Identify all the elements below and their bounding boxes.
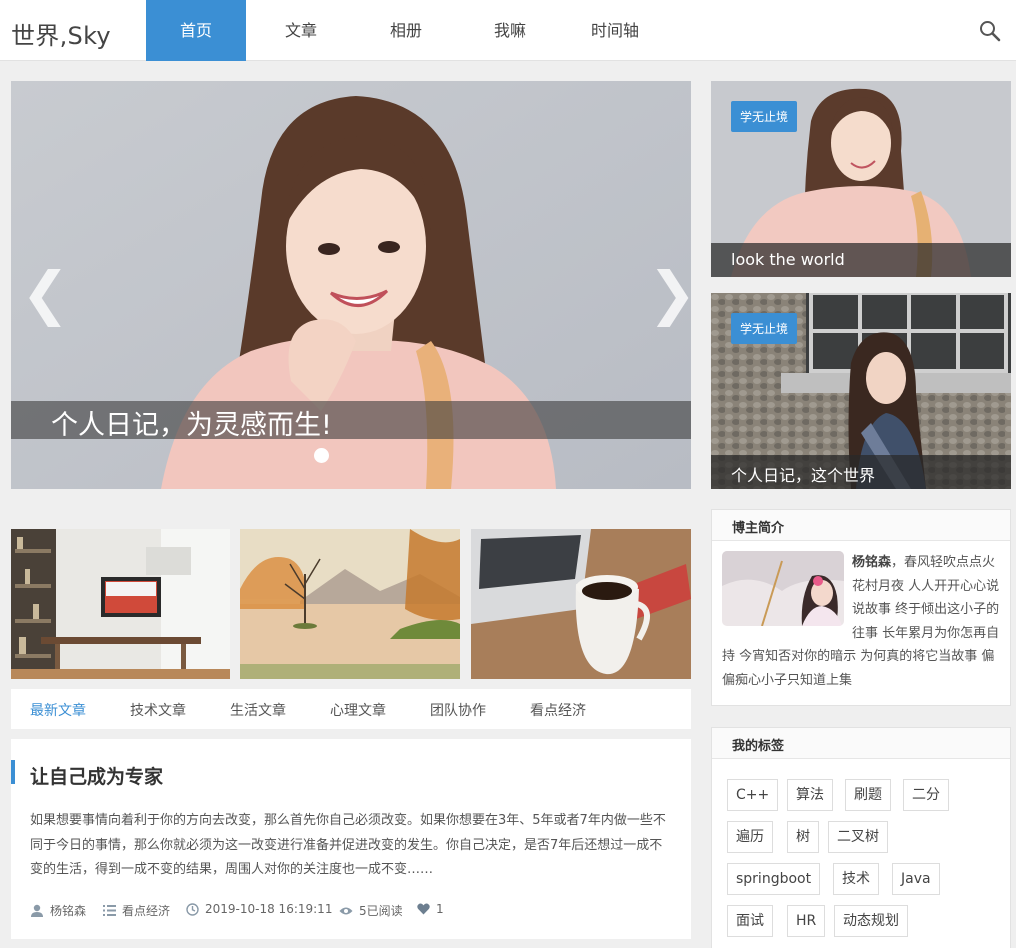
tag-java[interactable]: Java xyxy=(892,863,940,895)
intro-content: 杨铭森，春风轻吹点点火花村月夜 人人开开心心说说故事 终于倾出这小子的往事 长年… xyxy=(722,551,1007,692)
tags-title: 我的标签 xyxy=(732,739,785,754)
article-author[interactable]: 杨铭森 xyxy=(30,902,86,919)
intro-avatar xyxy=(722,551,844,626)
tag-tree[interactable]: 树 xyxy=(787,821,819,853)
thumbnail-coffee-image xyxy=(471,529,691,679)
slider-dot[interactable] xyxy=(314,448,329,463)
thumbnail-office-image xyxy=(11,529,230,679)
featured-card-2[interactable]: 学无止境 个人日记，这个世界 xyxy=(711,293,1011,489)
blogger-intro-box: 博主简介 杨铭森，春风轻吹点点火花村月夜 人人开开心心说说故事 终于倾出这小子的… xyxy=(711,509,1011,706)
article-category[interactable]: 看点经济 xyxy=(103,902,170,919)
featured-card-2-caption-text: 个人日记，这个世界 xyxy=(731,466,876,485)
tab-tech[interactable]: 技术文章 xyxy=(130,700,186,720)
featured-card-1[interactable]: 学无止境 look the world xyxy=(711,81,1011,277)
article-card: 让自己成为专家 如果想要事情向着利于你的方向去改变，那么首先你自己必须改变。如果… xyxy=(11,739,691,939)
tag-traversal[interactable]: 遍历 xyxy=(727,821,773,853)
featured-card-1-badge: 学无止境 xyxy=(731,101,798,132)
nav-item-articles[interactable]: 文章 xyxy=(246,0,356,61)
site-logo[interactable]: 世界,Sky xyxy=(11,16,111,51)
user-icon xyxy=(31,904,43,917)
tab-psychology[interactable]: 心理文章 xyxy=(330,700,386,720)
search-icon[interactable] xyxy=(978,19,1002,43)
tag-dynamic-programming[interactable]: 动态规划 xyxy=(834,905,908,937)
thumbnail-office[interactable] xyxy=(11,529,230,679)
tag-binary-search[interactable]: 二分 xyxy=(903,779,949,811)
slider-next-button[interactable]: ❯ xyxy=(648,264,691,322)
tag-cpp[interactable]: C++ xyxy=(727,779,779,811)
article-views: 5已阅读 xyxy=(339,902,403,919)
nav-item-home[interactable]: 首页 xyxy=(146,0,246,61)
slider-caption-text: 个人日记，为灵感而生! xyxy=(51,410,332,441)
tag-binary-tree[interactable]: 二叉树 xyxy=(828,821,888,853)
article-author-name: 杨铭森 xyxy=(50,904,87,918)
article-likes-count: 1 xyxy=(436,902,444,916)
tab-teamwork[interactable]: 团队协作 xyxy=(430,700,486,720)
article-tabs: 最新文章 技术文章 生活文章 心理文章 团队协作 看点经济 xyxy=(11,689,691,729)
nav-item-album[interactable]: 相册 xyxy=(356,0,456,61)
list-icon xyxy=(103,905,116,916)
thumbnail-lake[interactable] xyxy=(240,529,460,679)
article-excerpt: 如果想要事情向着利于你的方向去改变，那么首先你自己必须改变。如果你想要在3年、5… xyxy=(30,813,666,877)
tag-interview[interactable]: 面试 xyxy=(727,905,773,937)
tab-economy[interactable]: 看点经济 xyxy=(530,700,586,720)
article-likes[interactable]: 1 xyxy=(417,902,444,916)
title-accent-bar xyxy=(11,760,15,784)
featured-card-1-caption-text: look the world xyxy=(731,250,845,269)
article-category-name: 看点经济 xyxy=(122,904,171,918)
intro-avatar-image xyxy=(722,551,844,626)
tab-life[interactable]: 生活文章 xyxy=(230,700,286,720)
thumbnail-coffee[interactable] xyxy=(471,529,691,679)
article-views-text: 5已阅读 xyxy=(359,904,403,918)
nav-item-timeline[interactable]: 时间轴 xyxy=(564,0,666,61)
main-nav: 首页 文章 相册 我嘛 时间轴 xyxy=(146,0,666,61)
thumbnail-lake-image xyxy=(240,529,460,679)
nav-item-about[interactable]: 我嘛 xyxy=(456,0,564,61)
article-title[interactable]: 让自己成为专家 xyxy=(30,762,163,789)
slider-caption: 个人日记，为灵感而生! xyxy=(11,401,691,441)
heart-icon xyxy=(417,903,430,915)
article-date-text: 2019-10-18 16:19:11 xyxy=(205,902,333,916)
tag-hr[interactable]: HR xyxy=(787,905,826,937)
intro-title: 博主简介 xyxy=(732,521,785,536)
featured-card-2-caption: 个人日记，这个世界 xyxy=(711,455,1011,489)
featured-card-2-badge: 学无止境 xyxy=(731,313,798,344)
intro-header: 博主简介 xyxy=(712,510,1010,541)
tag-springboot[interactable]: springboot xyxy=(727,863,821,895)
article-date: 2019-10-18 16:19:11 xyxy=(186,902,332,916)
tab-latest[interactable]: 最新文章 xyxy=(30,700,86,720)
top-header: 世界,Sky 首页 文章 相册 我嘛 时间轴 xyxy=(0,0,1016,61)
tags-box: 我的标签 C++ 算法 刷题 二分 遍历 树 二叉树 springboot 技术… xyxy=(711,727,1011,948)
tag-algorithm[interactable]: 算法 xyxy=(787,779,833,811)
blogger-name: 杨铭森 xyxy=(852,555,892,570)
eye-icon xyxy=(339,907,353,914)
tag-tech[interactable]: 技术 xyxy=(833,863,879,895)
featured-card-1-caption: look the world xyxy=(711,243,1011,277)
tag-practice[interactable]: 刷题 xyxy=(845,779,891,811)
slider-prev-button[interactable]: ❮ xyxy=(21,264,70,322)
tags-header: 我的标签 xyxy=(712,728,1010,759)
hero-slider[interactable]: 个人日记，为灵感而生! ❮ ❯ xyxy=(11,81,691,489)
clock-icon xyxy=(186,902,199,916)
